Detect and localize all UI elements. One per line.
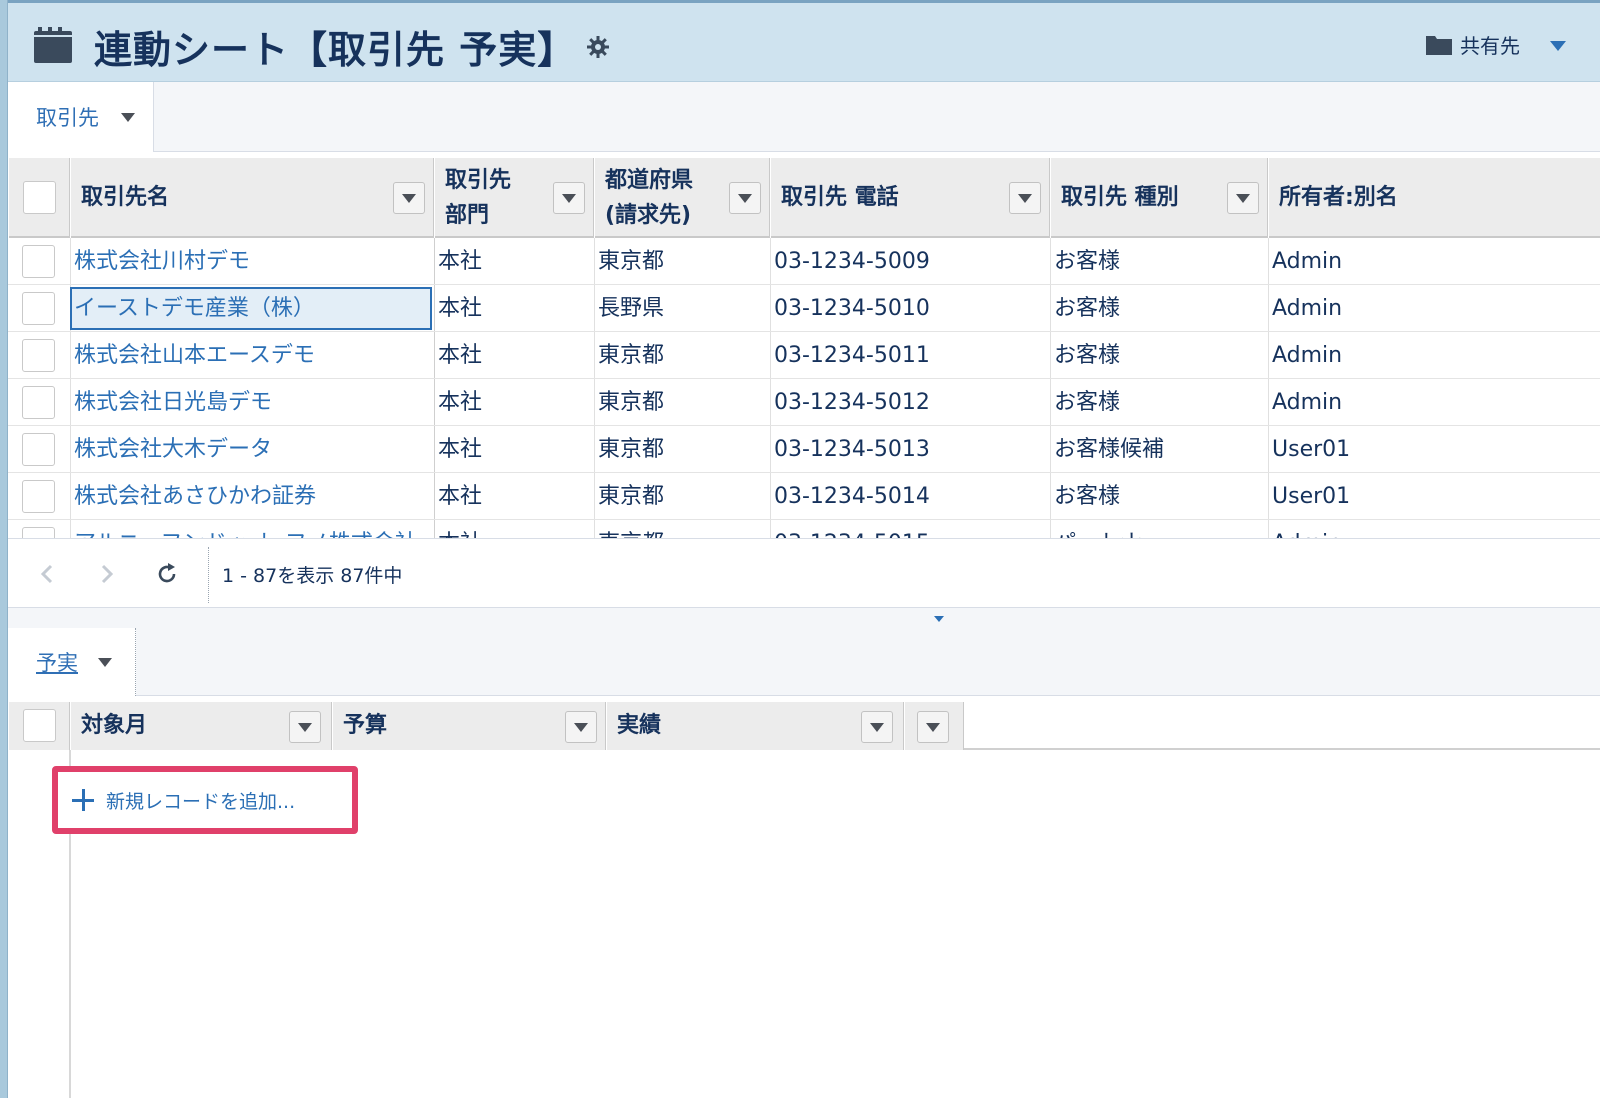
select-all-checkbox[interactable]: [23, 709, 56, 742]
tab-budget-actual-label: 予実: [36, 651, 78, 675]
select-all-checkbox[interactable]: [23, 181, 56, 214]
chevron-down-icon: [562, 193, 576, 203]
chevron-down-icon[interactable]: [934, 616, 944, 622]
select-all-header: [8, 158, 70, 238]
column-menu-button[interactable]: [917, 711, 949, 743]
app: 連動シート【取引先 予実】 共有先 取引先 取引先名 取引先 部門 都道府県 (…: [8, 0, 1600, 1098]
column-menu-button[interactable]: [289, 711, 321, 743]
account-name-link[interactable]: 株式会社大木データ: [74, 426, 430, 473]
account-name-link[interactable]: イーストデモ産業（株）: [74, 285, 430, 332]
chevron-down-icon: [870, 722, 884, 732]
column-menu-button[interactable]: [1227, 182, 1259, 214]
row-checkbox[interactable]: [22, 339, 55, 372]
select-all-header: [8, 702, 70, 750]
add-record-button[interactable]: 新規レコードを追加...: [52, 766, 358, 834]
column-header-phone[interactable]: 取引先 電話: [770, 158, 1050, 238]
sheet-app-icon: [34, 27, 72, 63]
table-row[interactable]: 株式会社日光島デモ 本社 東京都 03-1234-5012 お客様 Admin: [8, 379, 1600, 426]
chevron-down-icon: [402, 193, 416, 203]
table-row[interactable]: 株式会社山本エースデモ 本社 東京都 03-1234-5011 お客様 Admi…: [8, 332, 1600, 379]
lower-tab-bar: 予実: [8, 628, 1600, 696]
page-title: 連動シート【取引先 予実】: [94, 28, 577, 72]
chevron-down-icon[interactable]: [98, 657, 112, 667]
row-checkbox[interactable]: [22, 292, 55, 325]
column-header-owner[interactable]: 所有者:別名: [1268, 158, 1600, 238]
table-row[interactable]: イーストデモ産業（株） 本社 長野県 03-1234-5010 お客様 Admi…: [8, 285, 1600, 332]
table-row[interactable]: 株式会社あさひかわ証券 本社 東京都 03-1234-5014 お客様 User…: [8, 473, 1600, 520]
chevron-down-icon: [574, 722, 588, 732]
pager: 1 - 87を表示 87件中: [8, 538, 1600, 608]
tab-accounts-label: 取引先: [36, 106, 99, 130]
chevron-down-icon[interactable]: [121, 112, 135, 122]
left-rail: [0, 0, 8, 1098]
accounts-grid: 取引先名 取引先 部門 都道府県 (請求先) 取引先 電話 取引先 種別 所有者:別…: [8, 158, 1600, 538]
add-record-label: 新規レコードを追加...: [106, 790, 296, 813]
column-menu-button[interactable]: [1009, 182, 1041, 214]
chevron-right-icon[interactable]: [94, 561, 120, 587]
column-header-type[interactable]: 取引先 種別: [1050, 158, 1268, 238]
accounts-grid-header: 取引先名 取引先 部門 都道府県 (請求先) 取引先 電話 取引先 種別 所有者:別…: [8, 158, 1600, 238]
budget-actual-grid-header: 対象月 予算 実績: [8, 702, 1600, 750]
table-row[interactable]: アルニーフンドッ ト フノ株式会社 本社 東京都 03-1234-5015 パー…: [8, 520, 1600, 538]
column-menu-button[interactable]: [553, 182, 585, 214]
column-header-target-month[interactable]: 対象月: [70, 702, 332, 750]
share-label: 共有先: [1460, 33, 1520, 58]
row-checkbox[interactable]: [22, 245, 55, 278]
account-name-link[interactable]: 株式会社川村デモ: [74, 238, 430, 285]
column-header-extra[interactable]: [904, 702, 964, 750]
gear-icon[interactable]: [586, 35, 610, 59]
tab-budget-actual[interactable]: 予実: [8, 628, 136, 696]
column-menu-button[interactable]: [861, 711, 893, 743]
row-checkbox[interactable]: [22, 527, 55, 538]
column-header-budget[interactable]: 予算: [332, 702, 606, 750]
table-row[interactable]: 株式会社大木データ 本社 東京都 03-1234-5013 お客様候補 User…: [8, 426, 1600, 473]
folder-icon: [1426, 36, 1452, 55]
account-name-link[interactable]: 株式会社あさひかわ証券: [74, 473, 430, 520]
share-button[interactable]: 共有先: [1426, 29, 1520, 59]
record-count: 1 - 87を表示 87件中: [222, 565, 403, 587]
refresh-icon[interactable]: [154, 561, 180, 587]
column-menu-button[interactable]: [393, 182, 425, 214]
column-header-department[interactable]: 取引先 部門: [434, 158, 594, 238]
page-header: 連動シート【取引先 予実】 共有先: [8, 0, 1600, 82]
tab-accounts[interactable]: 取引先: [8, 82, 154, 152]
row-checkbox[interactable]: [22, 386, 55, 419]
panel-splitter[interactable]: [8, 608, 1600, 628]
column-header-prefecture[interactable]: 都道府県 (請求先): [594, 158, 770, 238]
budget-actual-grid: 対象月 予算 実績 新規レコードを追加...: [8, 702, 1600, 1098]
column-header-account-name[interactable]: 取引先名: [70, 158, 434, 238]
account-name-link[interactable]: 株式会社山本エースデモ: [74, 332, 430, 379]
column-menu-button[interactable]: [565, 711, 597, 743]
chevron-down-icon: [738, 193, 752, 203]
account-name-link[interactable]: アルニーフンドッ ト フノ株式会社: [74, 520, 430, 538]
column-menu-button[interactable]: [729, 182, 761, 214]
chevron-down-icon: [1236, 193, 1250, 203]
row-checkbox[interactable]: [22, 480, 55, 513]
upper-tab-bar: 取引先: [8, 82, 1600, 152]
row-checkbox[interactable]: [22, 433, 55, 466]
chevron-down-icon: [926, 722, 940, 732]
plus-icon: [72, 789, 94, 811]
chevron-down-icon: [298, 722, 312, 732]
chevron-down-icon: [1018, 193, 1032, 203]
table-row[interactable]: 株式会社川村デモ 本社 東京都 03-1234-5009 お客様 Admin: [8, 238, 1600, 285]
column-header-actual[interactable]: 実績: [606, 702, 904, 750]
account-name-link[interactable]: 株式会社日光島デモ: [74, 379, 430, 426]
chevron-left-icon[interactable]: [34, 561, 60, 587]
chevron-down-icon[interactable]: [1548, 39, 1568, 53]
